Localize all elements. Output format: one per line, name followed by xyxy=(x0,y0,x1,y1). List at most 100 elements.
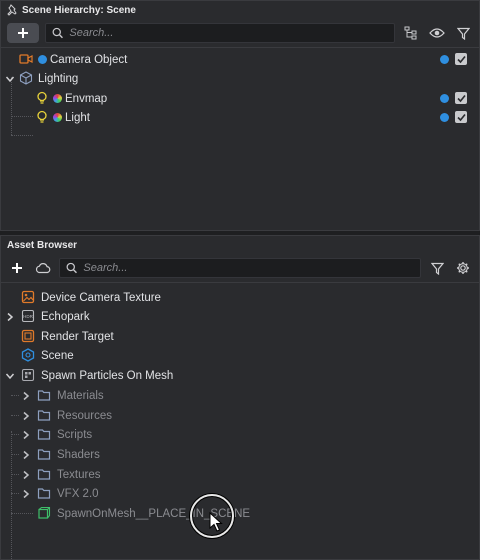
asset-item-label: Spawn Particles On Mesh xyxy=(41,369,174,382)
hierarchy-item-label: Camera Object xyxy=(50,53,128,66)
visibility-dot[interactable] xyxy=(440,113,449,122)
tree-guide-line xyxy=(11,474,19,475)
plus-icon xyxy=(18,28,28,38)
checkmark-icon xyxy=(456,94,466,102)
asset-item-device-camera-texture[interactable]: Device Camera Texture xyxy=(1,288,479,307)
asset-filter-button[interactable] xyxy=(427,258,447,278)
scene-hierarchy-title: Scene Hierarchy: Scene xyxy=(22,4,136,16)
visibility-dot[interactable] xyxy=(440,55,449,64)
plus-icon xyxy=(12,263,22,273)
hierarchy-tree-icon xyxy=(404,26,417,40)
asset-settings-button[interactable] xyxy=(453,258,473,278)
hdr-icon: HDR xyxy=(21,309,35,323)
scene-hierarchy-panel: Scene Hierarchy: Scene Camera Object xyxy=(0,0,480,231)
hierarchy-search-field[interactable] xyxy=(45,23,395,43)
chevron-right-icon[interactable] xyxy=(21,391,31,401)
chevron-right-icon[interactable] xyxy=(21,470,31,480)
chevron-right-icon[interactable] xyxy=(21,450,31,460)
tree-guide-line xyxy=(11,434,19,435)
chevron-down-icon[interactable] xyxy=(5,371,15,381)
package-icon xyxy=(21,368,35,382)
hierarchy-item-lighting[interactable]: Lighting xyxy=(1,69,479,88)
asset-item-textures[interactable]: Textures xyxy=(1,465,479,484)
enabled-checkbox[interactable] xyxy=(455,92,467,104)
tree-guide-line xyxy=(11,513,33,514)
asset-browser-title: Asset Browser xyxy=(7,239,78,251)
hierarchy-view-button[interactable] xyxy=(401,23,421,43)
scene-hierarchy-header: Scene Hierarchy: Scene xyxy=(1,1,479,19)
tree-guide-line xyxy=(11,454,19,455)
hierarchy-item-label: Lighting xyxy=(38,72,79,85)
texture-icon xyxy=(21,290,35,304)
asset-item-shaders[interactable]: Shaders xyxy=(1,445,479,464)
chevron-right-icon[interactable] xyxy=(5,312,15,322)
enabled-checkbox[interactable] xyxy=(455,111,467,123)
visibility-toggle-button[interactable] xyxy=(427,23,447,43)
asset-item-label: Shaders xyxy=(57,448,100,461)
tree-guide-line xyxy=(11,395,19,396)
asset-search-input[interactable] xyxy=(83,262,420,274)
hierarchy-item-camera-object[interactable]: Camera Object xyxy=(1,50,479,69)
hierarchy-item-label: Light xyxy=(65,111,90,124)
asset-browser-header: Asset Browser xyxy=(1,236,479,254)
folder-icon xyxy=(37,390,51,401)
camera-icon xyxy=(19,54,33,64)
search-icon xyxy=(52,27,63,39)
cloud-icon xyxy=(35,263,51,274)
hierarchy-item-light[interactable]: Light xyxy=(1,108,479,127)
light-bulb-icon xyxy=(37,110,47,123)
asset-item-scripts[interactable]: Scripts xyxy=(1,425,479,444)
scene-icon xyxy=(21,348,35,362)
light-type-dot xyxy=(53,94,62,103)
add-asset-button[interactable] xyxy=(7,258,27,278)
folder-icon xyxy=(37,410,51,421)
light-bulb-icon xyxy=(37,91,47,104)
chevron-right-icon[interactable] xyxy=(21,489,31,499)
prefab-icon xyxy=(38,506,51,519)
chevron-right-icon[interactable] xyxy=(21,430,31,440)
checkmark-icon xyxy=(456,55,466,63)
asset-item-label: Scene xyxy=(41,349,74,362)
chevron-down-icon[interactable] xyxy=(5,74,15,84)
hierarchy-search-input[interactable] xyxy=(69,27,394,39)
checkmark-icon xyxy=(456,113,466,121)
hierarchy-filter-button[interactable] xyxy=(453,23,473,43)
search-icon xyxy=(66,262,77,274)
asset-library-button[interactable] xyxy=(33,258,53,278)
folder-icon xyxy=(37,488,51,499)
add-object-button[interactable] xyxy=(7,23,39,43)
asset-item-materials[interactable]: Materials xyxy=(1,386,479,405)
filter-icon xyxy=(456,27,470,40)
tree-guide-line xyxy=(11,135,33,136)
asset-item-spawn-particles-on-mesh[interactable]: Spawn Particles On Mesh xyxy=(1,366,479,385)
folder-icon xyxy=(37,469,51,480)
asset-search-field[interactable] xyxy=(59,258,421,278)
chevron-right-icon[interactable] xyxy=(21,411,31,421)
eye-icon xyxy=(429,28,445,38)
folder-icon xyxy=(37,429,51,440)
asset-item-vfx[interactable]: VFX 2.0 xyxy=(1,484,479,503)
hierarchy-item-envmap[interactable]: Envmap xyxy=(1,89,479,108)
render-target-icon xyxy=(21,329,35,343)
mouse-pointer-icon xyxy=(209,512,223,532)
asset-item-label: VFX 2.0 xyxy=(57,487,99,500)
asset-item-label: Textures xyxy=(57,468,101,481)
tree-guide-line xyxy=(11,493,19,494)
gear-icon xyxy=(457,262,469,274)
enabled-checkbox[interactable] xyxy=(455,53,467,65)
asset-item-echopark[interactable]: HDR Echopark xyxy=(1,307,479,326)
pin-icon[interactable] xyxy=(7,4,19,16)
svg-text:HDR: HDR xyxy=(23,314,33,319)
hierarchy-toolbar xyxy=(1,19,479,47)
hierarchy-item-label: Envmap xyxy=(65,92,108,105)
asset-item-spawnonmesh-prefab[interactable]: SpawnOnMesh__PLACE_IN_SCENE xyxy=(1,504,479,523)
asset-item-resources[interactable]: Resources xyxy=(1,406,479,425)
asset-item-scene[interactable]: Scene xyxy=(1,346,479,365)
tree-guide-line xyxy=(11,415,19,416)
asset-item-label: Render Target xyxy=(41,330,114,343)
folder-icon xyxy=(37,449,51,460)
asset-toolbar xyxy=(1,254,479,282)
visibility-dot[interactable] xyxy=(440,94,449,103)
asset-item-render-target[interactable]: Render Target xyxy=(1,327,479,346)
asset-item-label: Scripts xyxy=(57,428,93,441)
